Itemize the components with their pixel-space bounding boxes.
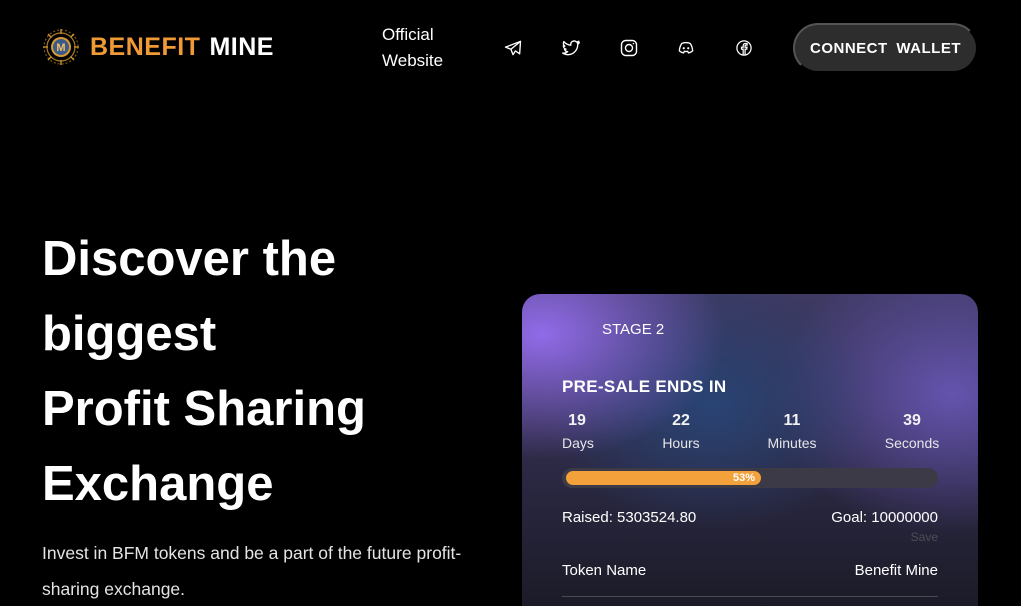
presale-progress-fill: 53% [566, 471, 761, 485]
instagram-icon[interactable] [617, 36, 641, 60]
logo-emblem-icon: M [42, 28, 80, 66]
presale-card: STAGE 2 PRE-SALE ENDS IN 19 Days 22 Hour… [522, 294, 978, 606]
hero-description: Invest in BFM tokens and be a part of th… [42, 543, 462, 599]
hero-section: Discover the biggest Profit Sharing Exch… [42, 222, 482, 522]
brand-logo[interactable]: M BENEFIT MINE [42, 28, 274, 66]
connect-wallet-button[interactable]: CONNECT WALLET [793, 23, 978, 73]
presale-heading: PRE-SALE ENDS IN [562, 377, 727, 396]
token-name-value: Benefit Mine [854, 562, 938, 579]
hero-title-line: Profit Sharing [42, 382, 366, 436]
countdown-label: Seconds [884, 435, 940, 451]
twitter-icon[interactable] [559, 36, 583, 60]
facebook-icon[interactable] [732, 36, 756, 60]
countdown-seconds: 39 Seconds [884, 412, 940, 453]
telegram-icon[interactable] [501, 36, 525, 60]
site-header: M BENEFIT MINE Official Website CONNECT … [0, 0, 1021, 96]
countdown-label: Minutes [767, 435, 817, 451]
countdown-value: 19 [568, 412, 586, 429]
countdown-hours: 22 Hours [661, 412, 701, 453]
official-link-line1: Official [382, 25, 434, 44]
logo-emblem-letter: M [56, 42, 65, 54]
token-name-label: Token Name [562, 562, 647, 579]
stage-label: STAGE 2 [602, 321, 665, 338]
countdown-value: 11 [783, 412, 801, 429]
official-link-line2: Website [382, 51, 444, 70]
presale-progress-bar: 53% [562, 468, 938, 488]
logo-word-mine: MINE [209, 32, 274, 61]
logo-wordmark: BENEFIT MINE [90, 32, 274, 61]
hero-title-line: Exchange [42, 457, 274, 511]
save-label: Save [910, 530, 938, 544]
divider [562, 596, 938, 597]
countdown-value: 39 [903, 412, 921, 429]
presale-progress-percent: 53% [732, 472, 755, 484]
hero-title-line: Discover the [42, 232, 337, 286]
countdown-days: 19 Days [562, 412, 594, 453]
countdown-value: 22 [672, 412, 690, 429]
goal-amount: Goal: 10000000 [831, 509, 938, 526]
discord-icon[interactable] [674, 36, 698, 60]
countdown-label: Days [562, 435, 594, 451]
hero-title-line: biggest [42, 307, 217, 361]
official-website-link[interactable]: Official Website [382, 22, 462, 74]
raised-amount: Raised: 5303524.80 [562, 509, 697, 526]
countdown-label: Hours [662, 435, 700, 451]
hero-title: Discover the biggest Profit Sharing Exch… [42, 222, 482, 522]
logo-word-benefit: BENEFIT [90, 32, 201, 61]
countdown-minutes: 11 Minutes [767, 412, 817, 453]
